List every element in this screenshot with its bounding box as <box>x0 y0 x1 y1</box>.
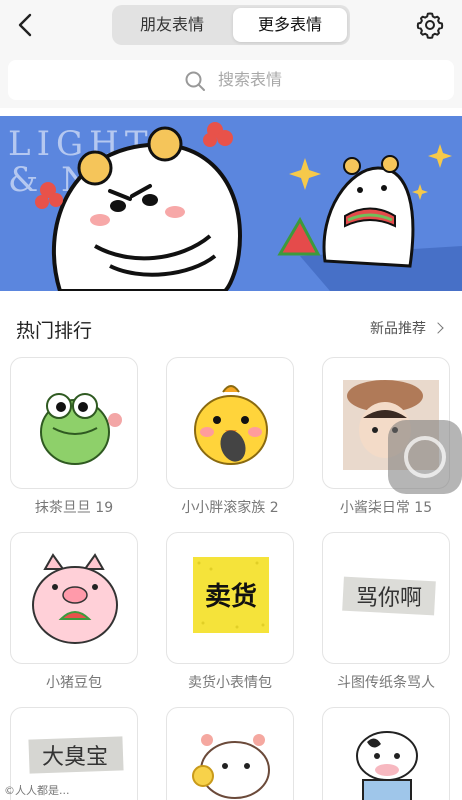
sticker-name: 抹茶旦旦 19 <box>34 500 114 516</box>
sticker-card[interactable] <box>10 357 138 489</box>
promo-banner[interactable]: LIGHT & N <box>0 116 462 291</box>
sticker-name: 斗图传纸条骂人 <box>337 675 435 691</box>
top-bar: 朋友表情 更多表情 <box>0 0 462 52</box>
handwritten-note-sticker-icon: 骂你啊 <box>342 576 436 616</box>
watermark: ©人人都是... <box>4 784 70 797</box>
search-area: 搜索表情 <box>0 52 462 108</box>
gear-icon[interactable] <box>416 11 444 39</box>
tab-more-stickers[interactable]: 更多表情 <box>233 8 347 42</box>
assistive-touch-button[interactable] <box>388 420 462 494</box>
sticker-name: 小小胖滚家族 2 <box>181 500 279 516</box>
sticker-card[interactable] <box>322 707 450 800</box>
assistive-touch-icon <box>404 436 446 478</box>
svg-text:大臭宝: 大臭宝 <box>42 745 108 770</box>
hamster-illustration <box>35 122 462 291</box>
back-arrow-icon[interactable] <box>14 12 38 38</box>
sticker-card[interactable] <box>166 357 294 489</box>
sticker-name: 小猪豆包 <box>46 675 102 691</box>
tab-friend-stickers[interactable]: 朋友表情 <box>115 8 229 42</box>
selling-text-sticker-icon: 卖货 <box>193 557 269 633</box>
pink-pig-sticker-icon <box>32 553 118 644</box>
section-title: 热门排行 <box>16 320 93 342</box>
yellow-chick-sticker-icon <box>194 385 268 465</box>
chevron-right-icon <box>432 322 444 334</box>
sticker-card[interactable] <box>10 532 138 664</box>
green-crocodile-sticker-icon <box>40 393 122 465</box>
new-arrivals-link[interactable]: 新品推荐 <box>370 318 444 338</box>
sticker-card[interactable]: 骂你啊 <box>322 532 450 664</box>
search-input[interactable]: 搜索表情 <box>8 60 454 100</box>
segmented-control: 朋友表情 更多表情 <box>112 5 350 45</box>
sticker-card[interactable] <box>166 707 294 800</box>
svg-text:骂你啊: 骂你啊 <box>356 586 422 611</box>
search-icon <box>185 71 205 91</box>
svg-text:卖货: 卖货 <box>205 581 257 612</box>
bear-lollipop-sticker-icon <box>192 734 270 799</box>
sticker-card[interactable]: 卖货 <box>166 532 294 664</box>
search-placeholder: 搜索表情 <box>218 70 283 89</box>
sticker-name: 小酱柒日常 15 <box>339 500 433 516</box>
cow-sticker-icon <box>356 731 418 800</box>
sticker-name: 卖货小表情包 <box>188 675 272 691</box>
